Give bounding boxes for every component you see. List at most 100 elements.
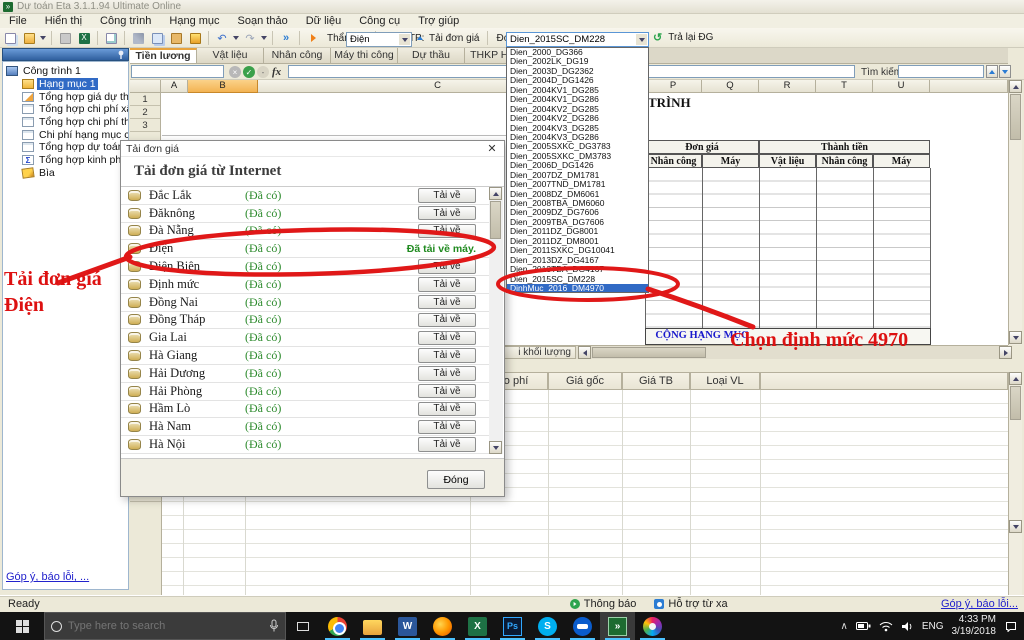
scroll-down-icon[interactable] [1009, 520, 1022, 533]
select-all-corner[interactable] [130, 80, 161, 93]
tray-expand-icon[interactable]: ∧ [841, 621, 848, 632]
sheet-tab[interactable]: Nhân công [264, 48, 331, 63]
scroll-up-icon[interactable] [1009, 80, 1022, 93]
taskbar-app[interactable]: » [600, 612, 635, 640]
battery-icon[interactable] [856, 621, 871, 631]
cut-icon[interactable] [130, 31, 146, 46]
vscroll-thumb[interactable] [1010, 386, 1021, 420]
province-combo[interactable]: Điện [346, 32, 412, 47]
wifi-icon[interactable] [879, 621, 893, 632]
menu-item[interactable]: File [0, 15, 36, 27]
sheet-tab[interactable]: Vật liệu [197, 48, 264, 63]
scroll-right-icon[interactable] [999, 346, 1012, 359]
scroll-up-icon[interactable] [489, 187, 502, 200]
row-number[interactable]: 3 [130, 119, 160, 132]
undo-dropdown-icon[interactable] [233, 36, 239, 40]
row-number[interactable]: 1 [130, 93, 160, 106]
download-button[interactable]: Tải về [418, 348, 476, 363]
open-folder-icon[interactable] [21, 31, 37, 46]
taskbar-app[interactable]: Ps [495, 612, 530, 640]
sheet-tab[interactable]: Máy thi công [331, 48, 398, 63]
download-button[interactable]: Tải về [418, 206, 476, 221]
column-header[interactable]: P [645, 80, 702, 93]
tree-item[interactable]: Tổng hợp chi phí xây dựng [6, 103, 128, 116]
menu-item[interactable]: Công cụ [350, 15, 409, 27]
tree-item[interactable]: Tổng hợp kinh phí [6, 154, 128, 167]
row-number[interactable]: 2 [130, 106, 160, 119]
options-entry-icon[interactable]: - [257, 66, 269, 78]
format-brush-icon[interactable] [187, 31, 203, 46]
download-button[interactable]: Tải về [418, 313, 476, 328]
close-dialog-button[interactable]: Đóng [427, 470, 485, 489]
column-header[interactable]: R [759, 80, 816, 93]
taskbar-search[interactable] [44, 612, 286, 640]
download-button[interactable]: Tải về [418, 366, 476, 381]
menu-item[interactable]: Dữ liệu [297, 15, 351, 27]
sidebar-feedback-link[interactable]: Góp ý, báo lỗi, ... [6, 571, 89, 583]
scroll-down-icon[interactable] [1009, 331, 1022, 344]
lower-header-giagoc[interactable]: Giá gốc [548, 372, 622, 390]
column-header[interactable]: A [161, 80, 188, 93]
open-dropdown-icon[interactable] [40, 36, 46, 40]
fast-forward-icon[interactable]: » [278, 31, 294, 46]
search-next-icon[interactable] [999, 65, 1011, 78]
copy-icon[interactable] [149, 31, 165, 46]
pin-icon[interactable] [117, 50, 125, 60]
excel-export-icon[interactable]: X [76, 31, 92, 46]
download-button[interactable]: Tải về [418, 295, 476, 310]
feedback-link[interactable]: Góp ý, báo lỗi... [941, 598, 1024, 610]
lower-header-loaivl[interactable]: Loại VL [690, 372, 760, 390]
taskbar-app[interactable] [635, 612, 670, 640]
column-header[interactable]: Q [702, 80, 759, 93]
vertical-scrollbar[interactable] [1008, 80, 1022, 345]
hscroll-thumb[interactable] [592, 347, 706, 358]
confirm-entry-icon[interactable]: ✓ [243, 66, 255, 78]
menu-item[interactable]: Công trình [91, 15, 160, 27]
column-header[interactable]: U [873, 80, 930, 93]
taskbar-search-input[interactable] [68, 620, 263, 632]
redo-icon[interactable]: ↷ [242, 31, 258, 46]
taskbar-app[interactable]: W [390, 612, 425, 640]
chevron-down-icon[interactable] [399, 34, 410, 45]
column-header[interactable]: B [188, 80, 258, 93]
close-icon[interactable]: ✕ [485, 142, 499, 155]
dialog-scrollbar[interactable] [489, 187, 503, 454]
download-button[interactable]: Tải về [418, 402, 476, 417]
speaker-icon[interactable] [901, 621, 914, 632]
menu-item[interactable]: Trợ giúp [409, 15, 468, 27]
microphone-icon[interactable] [269, 619, 279, 633]
column-header[interactable]: T [816, 80, 873, 93]
download-button[interactable]: Tải về [418, 188, 476, 203]
lower-vertical-scrollbar[interactable] [1008, 372, 1022, 595]
tree-item[interactable]: Bìa [6, 167, 128, 180]
sheet-search-input[interactable] [898, 65, 984, 78]
download-button[interactable]: Tải về [418, 277, 476, 292]
print-preview-icon[interactable] [103, 31, 119, 46]
paste-icon[interactable] [168, 31, 184, 46]
return-unitprice-button[interactable]: Trả lại ĐG [665, 32, 716, 43]
remote-support-status[interactable]: Hỗ trợ từ xa [654, 598, 727, 610]
unitprice-option[interactable]: DinhMuc_2016_DM4970 [507, 284, 648, 293]
lower-header-giatb[interactable]: Giá TB [622, 372, 690, 390]
search-prev-icon[interactable] [986, 65, 998, 78]
tree-item[interactable]: Chi phí hạng mục chung [6, 128, 128, 141]
vscroll-thumb[interactable] [1010, 94, 1021, 140]
tree-item[interactable]: Tổng hợp chi phí thiết bị [6, 116, 128, 129]
scroll-left-icon[interactable] [578, 346, 591, 359]
undo-icon[interactable]: ↶ [214, 31, 230, 46]
download-button[interactable]: Tải về [418, 420, 476, 435]
taskbar-app[interactable] [425, 612, 460, 640]
scroll-down-icon[interactable] [489, 441, 502, 454]
clock[interactable]: 4:33 PM 3/19/2018 [952, 614, 997, 638]
scroll-up-icon[interactable] [1009, 372, 1022, 385]
action-center-icon[interactable] [1004, 620, 1018, 632]
tree-item[interactable]: Hạng mục 1 [6, 78, 128, 91]
unitprice-combo[interactable]: Dien_2015SC_DM228 [506, 32, 649, 47]
taskbar-app[interactable] [565, 612, 600, 640]
task-view-icon[interactable] [286, 612, 320, 640]
download-button[interactable]: Tải về [418, 224, 476, 239]
taskbar-app[interactable]: S [530, 612, 565, 640]
sheet-tab[interactable]: Tiền lương [130, 48, 197, 63]
download-unitprice-button[interactable]: Tải đơn giá [426, 33, 482, 44]
new-file-icon[interactable] [2, 31, 18, 46]
